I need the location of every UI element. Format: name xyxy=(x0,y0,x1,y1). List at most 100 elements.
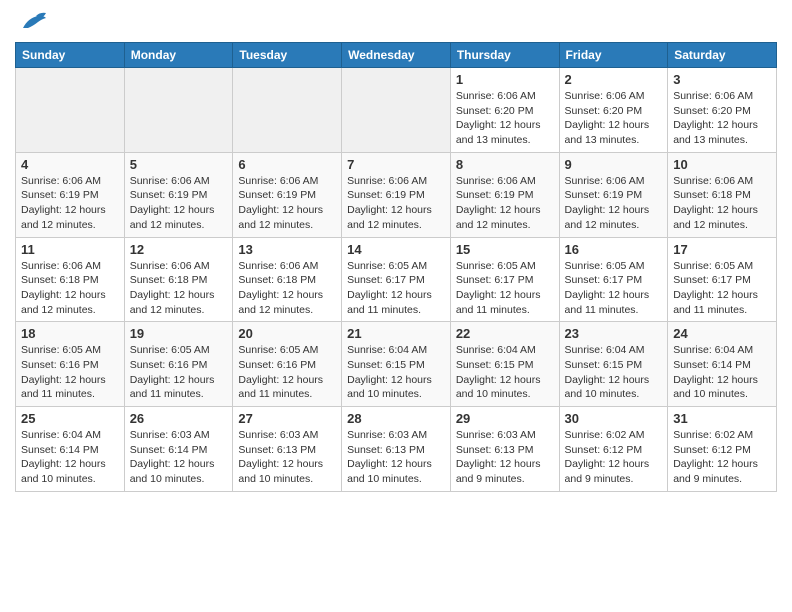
day-number: 31 xyxy=(673,411,771,426)
header-cell-thursday: Thursday xyxy=(450,43,559,68)
calendar-cell: 16 Sunrise: 6:05 AM Sunset: 6:17 PM Dayli… xyxy=(559,237,668,322)
day-number: 9 xyxy=(565,157,663,172)
day-number: 22 xyxy=(456,326,554,341)
calendar-cell: 8 Sunrise: 6:06 AM Sunset: 6:19 PM Daylig… xyxy=(450,152,559,237)
day-info: Sunrise: 6:06 AM Sunset: 6:20 PM Dayligh… xyxy=(565,89,663,148)
day-number: 7 xyxy=(347,157,445,172)
day-info: Sunrise: 6:05 AM Sunset: 6:16 PM Dayligh… xyxy=(130,343,228,402)
calendar-cell: 29 Sunrise: 6:03 AM Sunset: 6:13 PM Dayli… xyxy=(450,407,559,492)
day-number: 14 xyxy=(347,242,445,257)
header xyxy=(15,10,777,34)
day-info: Sunrise: 6:05 AM Sunset: 6:16 PM Dayligh… xyxy=(238,343,336,402)
day-info: Sunrise: 6:06 AM Sunset: 6:18 PM Dayligh… xyxy=(21,259,119,318)
calendar-cell: 10 Sunrise: 6:06 AM Sunset: 6:18 PM Dayli… xyxy=(668,152,777,237)
day-info: Sunrise: 6:06 AM Sunset: 6:18 PM Dayligh… xyxy=(673,174,771,233)
day-number: 4 xyxy=(21,157,119,172)
day-number: 17 xyxy=(673,242,771,257)
day-info: Sunrise: 6:06 AM Sunset: 6:19 PM Dayligh… xyxy=(130,174,228,233)
day-info: Sunrise: 6:06 AM Sunset: 6:20 PM Dayligh… xyxy=(456,89,554,148)
calendar-cell: 9 Sunrise: 6:06 AM Sunset: 6:19 PM Daylig… xyxy=(559,152,668,237)
calendar-cell: 23 Sunrise: 6:04 AM Sunset: 6:15 PM Dayli… xyxy=(559,322,668,407)
header-cell-monday: Monday xyxy=(124,43,233,68)
day-number: 20 xyxy=(238,326,336,341)
day-info: Sunrise: 6:04 AM Sunset: 6:15 PM Dayligh… xyxy=(347,343,445,402)
calendar-cell: 4 Sunrise: 6:06 AM Sunset: 6:19 PM Daylig… xyxy=(16,152,125,237)
calendar-header: SundayMondayTuesdayWednesdayThursdayFrid… xyxy=(16,43,777,68)
calendar-cell: 3Sunrise: 6:06 AM Sunset: 6:20 PM Daylig… xyxy=(668,68,777,153)
day-number: 1 xyxy=(456,72,554,87)
day-info: Sunrise: 6:05 AM Sunset: 6:17 PM Dayligh… xyxy=(456,259,554,318)
calendar-cell xyxy=(233,68,342,153)
calendar-cell: 19 Sunrise: 6:05 AM Sunset: 6:16 PM Dayli… xyxy=(124,322,233,407)
day-number: 24 xyxy=(673,326,771,341)
week-row-1: 1 Sunrise: 6:06 AM Sunset: 6:20 PM Daylig… xyxy=(16,68,777,153)
calendar-cell: 30Sunrise: 6:02 AM Sunset: 6:12 PM Dayli… xyxy=(559,407,668,492)
day-info: Sunrise: 6:02 AM Sunset: 6:12 PM Dayligh… xyxy=(673,428,771,487)
day-number: 16 xyxy=(565,242,663,257)
day-number: 8 xyxy=(456,157,554,172)
day-info: Sunrise: 6:06 AM Sunset: 6:18 PM Dayligh… xyxy=(238,259,336,318)
calendar-cell: 1 Sunrise: 6:06 AM Sunset: 6:20 PM Daylig… xyxy=(450,68,559,153)
day-number: 10 xyxy=(673,157,771,172)
calendar-cell: 5 Sunrise: 6:06 AM Sunset: 6:19 PM Daylig… xyxy=(124,152,233,237)
header-cell-sunday: Sunday xyxy=(16,43,125,68)
calendar-cell: 20 Sunrise: 6:05 AM Sunset: 6:16 PM Dayli… xyxy=(233,322,342,407)
header-cell-saturday: Saturday xyxy=(668,43,777,68)
day-info: Sunrise: 6:06 AM Sunset: 6:19 PM Dayligh… xyxy=(21,174,119,233)
day-number: 30 xyxy=(565,411,663,426)
calendar-cell: 22 Sunrise: 6:04 AM Sunset: 6:15 PM Dayli… xyxy=(450,322,559,407)
calendar-cell: 11 Sunrise: 6:06 AM Sunset: 6:18 PM Dayli… xyxy=(16,237,125,322)
day-number: 26 xyxy=(130,411,228,426)
calendar-cell: 26 Sunrise: 6:03 AM Sunset: 6:14 PM Dayli… xyxy=(124,407,233,492)
calendar-cell xyxy=(124,68,233,153)
day-info: Sunrise: 6:06 AM Sunset: 6:19 PM Dayligh… xyxy=(238,174,336,233)
week-row-2: 4 Sunrise: 6:06 AM Sunset: 6:19 PM Daylig… xyxy=(16,152,777,237)
day-number: 13 xyxy=(238,242,336,257)
day-info: Sunrise: 6:03 AM Sunset: 6:13 PM Dayligh… xyxy=(456,428,554,487)
day-info: Sunrise: 6:06 AM Sunset: 6:18 PM Dayligh… xyxy=(130,259,228,318)
header-row: SundayMondayTuesdayWednesdayThursdayFrid… xyxy=(16,43,777,68)
logo xyxy=(15,10,48,34)
day-number: 23 xyxy=(565,326,663,341)
day-number: 5 xyxy=(130,157,228,172)
week-row-4: 18 Sunrise: 6:05 AM Sunset: 6:16 PM Dayli… xyxy=(16,322,777,407)
day-number: 12 xyxy=(130,242,228,257)
calendar-table: SundayMondayTuesdayWednesdayThursdayFrid… xyxy=(15,42,777,492)
week-row-5: 25 Sunrise: 6:04 AM Sunset: 6:14 PM Dayli… xyxy=(16,407,777,492)
calendar-cell: 7 Sunrise: 6:06 AM Sunset: 6:19 PM Daylig… xyxy=(342,152,451,237)
day-info: Sunrise: 6:05 AM Sunset: 6:17 PM Dayligh… xyxy=(565,259,663,318)
calendar-cell: 17 Sunrise: 6:05 AM Sunset: 6:17 PM Dayli… xyxy=(668,237,777,322)
day-number: 2 xyxy=(565,72,663,87)
day-info: Sunrise: 6:03 AM Sunset: 6:13 PM Dayligh… xyxy=(238,428,336,487)
calendar-cell: 14Sunrise: 6:05 AM Sunset: 6:17 PM Dayli… xyxy=(342,237,451,322)
day-number: 18 xyxy=(21,326,119,341)
calendar-cell: 27 Sunrise: 6:03 AM Sunset: 6:13 PM Dayli… xyxy=(233,407,342,492)
day-info: Sunrise: 6:06 AM Sunset: 6:19 PM Dayligh… xyxy=(347,174,445,233)
day-number: 6 xyxy=(238,157,336,172)
calendar-cell xyxy=(16,68,125,153)
day-info: Sunrise: 6:06 AM Sunset: 6:19 PM Dayligh… xyxy=(565,174,663,233)
calendar-cell: 15 Sunrise: 6:05 AM Sunset: 6:17 PM Dayli… xyxy=(450,237,559,322)
calendar-cell: 25 Sunrise: 6:04 AM Sunset: 6:14 PM Dayli… xyxy=(16,407,125,492)
header-cell-friday: Friday xyxy=(559,43,668,68)
header-cell-tuesday: Tuesday xyxy=(233,43,342,68)
header-cell-wednesday: Wednesday xyxy=(342,43,451,68)
week-row-3: 11 Sunrise: 6:06 AM Sunset: 6:18 PM Dayli… xyxy=(16,237,777,322)
day-info: Sunrise: 6:03 AM Sunset: 6:14 PM Dayligh… xyxy=(130,428,228,487)
day-info: Sunrise: 6:04 AM Sunset: 6:15 PM Dayligh… xyxy=(565,343,663,402)
calendar-cell: 24 Sunrise: 6:04 AM Sunset: 6:14 PM Dayli… xyxy=(668,322,777,407)
day-number: 25 xyxy=(21,411,119,426)
day-info: Sunrise: 6:05 AM Sunset: 6:17 PM Dayligh… xyxy=(673,259,771,318)
day-number: 15 xyxy=(456,242,554,257)
day-info: Sunrise: 6:05 AM Sunset: 6:16 PM Dayligh… xyxy=(21,343,119,402)
calendar-body: 1 Sunrise: 6:06 AM Sunset: 6:20 PM Daylig… xyxy=(16,68,777,492)
day-info: Sunrise: 6:04 AM Sunset: 6:14 PM Dayligh… xyxy=(673,343,771,402)
day-number: 11 xyxy=(21,242,119,257)
logo-bird-icon xyxy=(18,10,48,34)
day-number: 19 xyxy=(130,326,228,341)
day-info: Sunrise: 6:06 AM Sunset: 6:19 PM Dayligh… xyxy=(456,174,554,233)
day-number: 29 xyxy=(456,411,554,426)
day-info: Sunrise: 6:04 AM Sunset: 6:15 PM Dayligh… xyxy=(456,343,554,402)
day-info: Sunrise: 6:04 AM Sunset: 6:14 PM Dayligh… xyxy=(21,428,119,487)
day-number: 27 xyxy=(238,411,336,426)
